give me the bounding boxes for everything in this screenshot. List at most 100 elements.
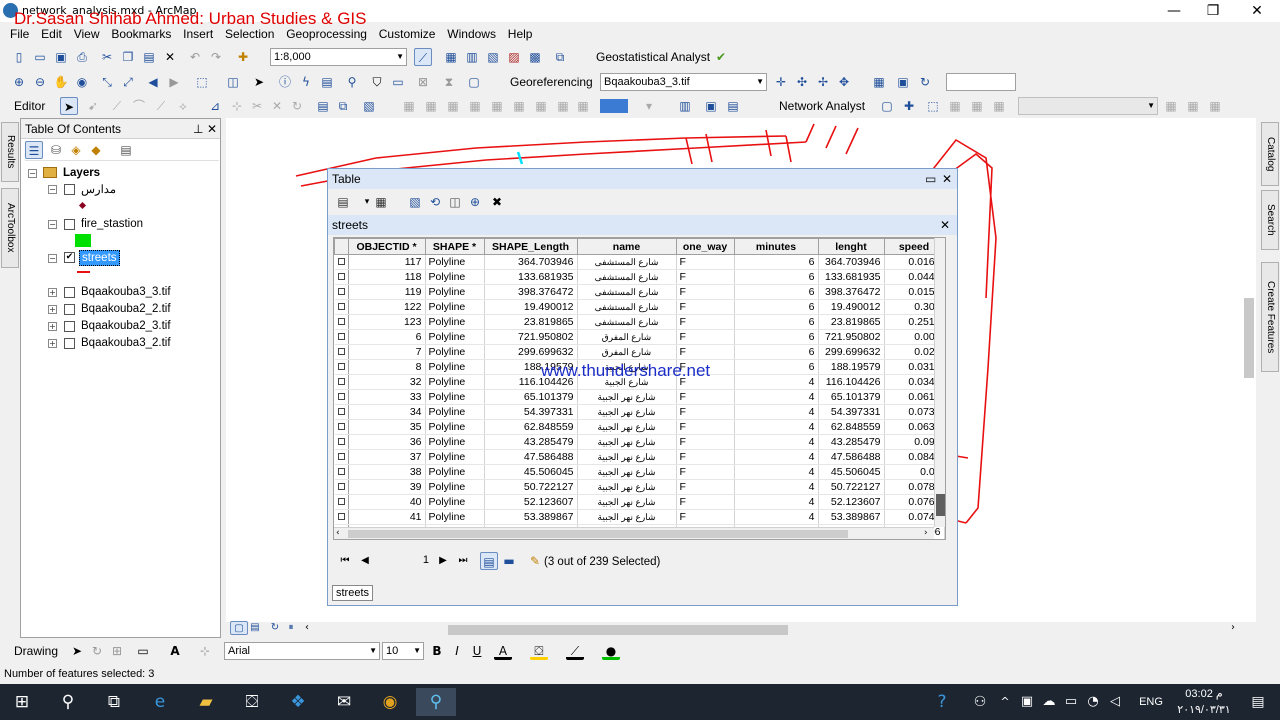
catalog-icon[interactable]: ▥ (463, 48, 481, 66)
table-cell[interactable]: Polyline (425, 344, 485, 360)
table-cell[interactable]: 23.819865 (818, 314, 885, 330)
table-cell[interactable]: شارع نهر الجبية (577, 389, 677, 405)
model-builder-icon[interactable]: ⧉ (551, 48, 569, 66)
geostatistical-analyst-menu[interactable]: Geostatistical Analyst (596, 48, 710, 66)
table-cell[interactable]: شارع نهر الجبية (577, 509, 677, 525)
layer-raster[interactable]: Bqaakouba2_2.tif (81, 302, 171, 316)
row-selector[interactable] (334, 494, 349, 510)
table-cell[interactable]: Polyline (425, 254, 485, 270)
create-network-location-icon[interactable]: ✚ (900, 97, 918, 115)
table-cell[interactable]: 50.722127 (484, 479, 578, 495)
print-icon[interactable]: ⎙ (73, 48, 91, 66)
table-row[interactable]: 39 Polyline 50.722127 شارع نهر الجبية F 4 50.7… (334, 479, 945, 495)
add-control-points-icon[interactable]: ✛ (772, 73, 790, 91)
table-cell[interactable]: شارع نهر الجبية (577, 464, 677, 480)
table-cell[interactable]: 4 (734, 434, 819, 450)
row-selector[interactable] (334, 434, 349, 450)
next-record-icon[interactable]: ▶ (434, 552, 452, 570)
table-cell[interactable]: 188.19579 (818, 359, 885, 375)
marker-color-icon[interactable]: ● (602, 642, 620, 660)
table-cell[interactable]: 116.104426 (818, 374, 885, 390)
onedrive-icon[interactable]: ☁ (1038, 688, 1060, 716)
table-cell[interactable]: شارع المستشفى (577, 314, 677, 330)
table-vscroll-thumb[interactable] (936, 494, 945, 516)
table-cell[interactable]: F (676, 434, 735, 450)
row-selector[interactable] (334, 314, 349, 330)
zoom-out-icon[interactable]: ⊖ (31, 73, 49, 91)
table-of-contents-icon[interactable]: ▦ (442, 48, 460, 66)
clear-table-selection-icon[interactable]: ◫ (446, 193, 464, 211)
row-selector[interactable] (334, 464, 349, 480)
menu-file[interactable]: File (6, 24, 33, 44)
table-options-icon[interactable]: ▤ (334, 193, 352, 211)
table-cell[interactable]: 41 (348, 509, 426, 525)
na-extra-2-icon[interactable]: ▦ (1184, 97, 1202, 115)
table-cell[interactable]: 35 (348, 419, 426, 435)
store-icon[interactable]: ⛋ (232, 688, 272, 716)
scale-combo[interactable]: 1:8,000 ▼ (270, 48, 407, 66)
line-color-icon[interactable]: ⟋ (566, 642, 584, 660)
table-cell[interactable]: 40 (348, 494, 426, 510)
windows-start-icon[interactable]: ⊞ (2, 688, 42, 716)
undo-icon[interactable]: ↶ (186, 48, 204, 66)
measure-icon[interactable]: ▭ (389, 73, 407, 91)
table-cell[interactable]: 6 (734, 299, 819, 315)
font-size-combo[interactable]: 10 ▼ (382, 642, 424, 660)
new-icon[interactable]: ▯ (10, 48, 28, 66)
table-cell[interactable]: 45.506045 (484, 464, 578, 480)
clock-time[interactable]: 03:02 م (1172, 686, 1236, 702)
select-elements-icon[interactable]: ➤ (68, 642, 86, 660)
table-row[interactable]: 7 Polyline 299.699632 شارع المفرق F 6 299.6996… (334, 344, 945, 360)
table-cell[interactable]: 133.681935 (818, 269, 885, 285)
row-selector[interactable] (334, 359, 349, 375)
chrome-icon[interactable]: ◉ (370, 688, 410, 716)
table-cell[interactable]: 6 (734, 359, 819, 375)
table-cell[interactable]: 364.703946 (818, 254, 885, 270)
column-header[interactable]: lenght (817, 238, 885, 255)
table-cell[interactable]: 53.389867 (818, 509, 885, 525)
pan-icon[interactable]: ✋ (52, 73, 70, 91)
record-number-field[interactable]: 1 (376, 552, 432, 570)
table-cell[interactable]: 4 (734, 494, 819, 510)
column-header[interactable]: one_way (675, 238, 735, 255)
column-header[interactable]: name (576, 238, 677, 255)
row-selector[interactable] (334, 449, 349, 465)
advanced-edit-8-icon[interactable]: ▦ (554, 97, 572, 115)
table-row[interactable]: 37 Polyline 47.586488 شارع نهر الجبية F 4 47.5… (334, 449, 945, 465)
mail-icon[interactable]: ✉ (324, 688, 364, 716)
select-elements-icon[interactable]: ➤ (250, 73, 268, 91)
arcmap-taskbar-icon[interactable]: ⚲ (416, 688, 456, 716)
table-cell[interactable]: 4 (734, 389, 819, 405)
layer-checkbox[interactable] (64, 287, 75, 298)
edit-vertices-icon[interactable]: ⊹ (196, 642, 214, 660)
table-cell[interactable]: شارع المستشفى (577, 284, 677, 300)
layer-streets[interactable]: streets (79, 250, 120, 266)
table-cell[interactable]: 6 (734, 269, 819, 285)
table-cell[interactable]: 6 (734, 344, 819, 360)
table-cell[interactable]: Polyline (425, 404, 485, 420)
table-cell[interactable]: شارع نهر الجبية (577, 449, 677, 465)
forward-icon[interactable]: ▶ (165, 73, 183, 91)
table-cell[interactable]: 50.722127 (818, 479, 885, 495)
fixed-zoom-out-icon[interactable]: ⤢ (119, 73, 137, 91)
table-cell[interactable]: 117 (348, 254, 426, 270)
select-move-location-icon[interactable]: ⬚ (924, 97, 942, 115)
row-selector[interactable] (334, 284, 349, 300)
table-cell[interactable]: F (676, 314, 735, 330)
language-indicator[interactable]: ENG (1134, 688, 1168, 716)
menu-geoprocessing[interactable]: Geoprocessing (282, 24, 371, 44)
show-all-records-icon[interactable]: ▤ (480, 552, 498, 570)
georeferencing-menu[interactable]: Georeferencing (510, 73, 593, 91)
rotate-angle-field[interactable] (946, 73, 1016, 91)
fill-color-icon[interactable]: ⛋ (530, 642, 548, 660)
straight-segment-icon[interactable]: ⟋ (108, 97, 126, 115)
table-cell[interactable]: 54.397331 (484, 404, 578, 420)
hyperlink-icon[interactable]: ϟ (297, 73, 315, 91)
table-cell[interactable]: 8 (348, 359, 426, 375)
table-row[interactable]: 35 Polyline 62.848559 شارع نهر الجبية F 4 62.8… (334, 419, 945, 435)
list-by-drawing-order-icon[interactable]: ☰ (25, 141, 43, 159)
table-cell[interactable]: F (676, 269, 735, 285)
help-icon[interactable]: ? (922, 688, 962, 716)
identify-icon[interactable]: ⓘ (276, 73, 294, 91)
table-row[interactable]: 34 Polyline 54.397331 شارع نهر الجبية F 4 54.3… (334, 404, 945, 420)
